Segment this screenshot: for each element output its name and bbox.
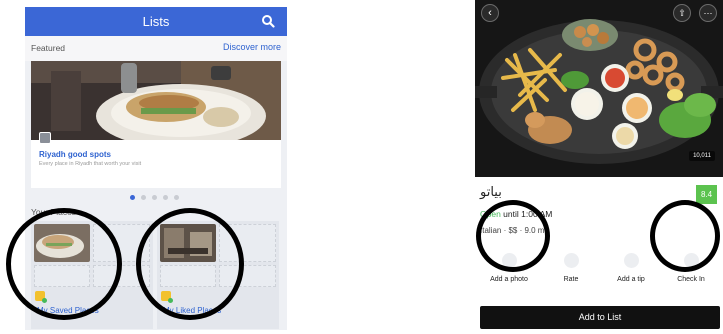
pager-dot[interactable]	[174, 195, 179, 200]
add-to-list-button[interactable]: Add to List	[480, 306, 720, 329]
featured-list-card[interactable]: Riyadh good spots Every place in Riyadh …	[31, 61, 281, 188]
rating-badge: 8.4	[696, 185, 717, 204]
page-title: Lists	[142, 14, 170, 29]
photo-count-badge[interactable]: 10,011	[689, 151, 715, 161]
venue-name: بياتو	[480, 185, 502, 200]
share-icon[interactable]: ⇧	[673, 4, 691, 22]
rate-icon	[563, 253, 579, 268]
pager-dot[interactable]	[163, 195, 168, 200]
pager-dot[interactable]	[152, 195, 157, 200]
pager-dot[interactable]	[130, 195, 135, 200]
venue-screen: ‹ ⇧ ⋯ 10,011 بياتو 8.4 Open until 1:00 A…	[475, 0, 723, 334]
pager-dot[interactable]	[141, 195, 146, 200]
add-tip-button[interactable]: Add a tip	[601, 253, 661, 283]
avatar	[39, 132, 51, 144]
discover-more-link[interactable]: Discover more	[223, 42, 281, 52]
tip-icon	[623, 253, 639, 268]
venue-photo[interactable]	[475, 0, 723, 177]
annotation-circle	[650, 200, 720, 272]
annotation-circle	[136, 208, 244, 320]
search-icon[interactable]	[261, 14, 275, 28]
annotation-circle	[476, 200, 550, 272]
carousel-pager	[130, 195, 190, 201]
featured-label: Featured	[31, 43, 66, 53]
rate-button[interactable]: Rate	[541, 253, 601, 283]
lists-header: Lists	[25, 7, 287, 36]
featured-list-title[interactable]: Riyadh good spots	[39, 150, 111, 159]
featured-section-header: Featured Discover more	[25, 36, 287, 61]
featured-list-description: Every place in Riyadh that worth your vi…	[39, 161, 142, 167]
more-icon[interactable]: ⋯	[699, 4, 717, 22]
featured-list-photo	[31, 61, 281, 140]
annotation-circle	[6, 208, 122, 320]
back-icon[interactable]: ‹	[481, 4, 499, 22]
